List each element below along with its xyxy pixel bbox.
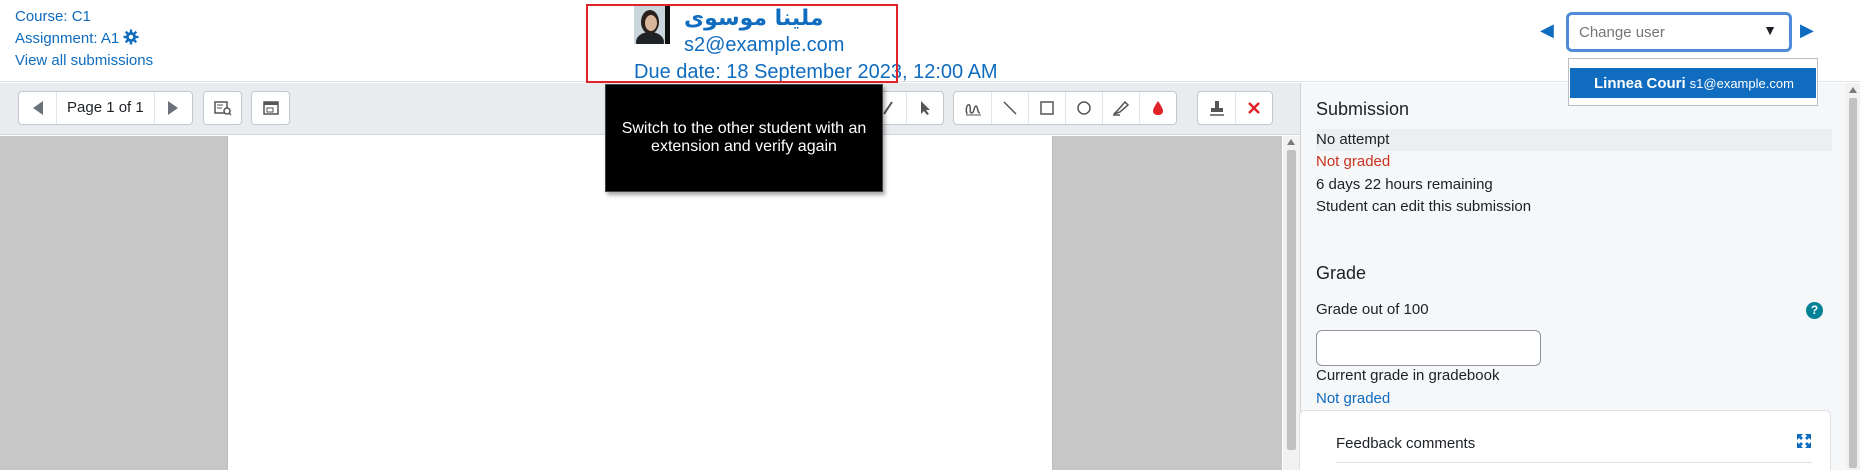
expand-icon[interactable]	[252, 92, 289, 124]
stamp-icon[interactable]	[1198, 92, 1235, 124]
oval-icon[interactable]	[1065, 92, 1102, 124]
divider	[1336, 462, 1812, 463]
change-user-select[interactable]: ▼	[1566, 12, 1792, 52]
submission-heading: Submission	[1316, 99, 1410, 119]
tooltip-text: Switch to the other student with an exte…	[621, 120, 867, 155]
feedback-comments-title: Feedback comments	[1336, 435, 1476, 452]
colour-icon[interactable]	[1139, 92, 1176, 124]
user-option[interactable]: Linnea Couri s1@example.com	[1570, 68, 1816, 98]
fullscreen-icon[interactable]	[1796, 433, 1812, 454]
assignment-link[interactable]: Assignment: A1	[15, 28, 153, 50]
status-time-remaining: 6 days 22 hours remaining	[1316, 176, 1493, 193]
scroll-up-icon[interactable]	[1849, 87, 1857, 93]
document-scrollbar[interactable]	[1283, 136, 1300, 470]
user-dropdown: Linnea Couri s1@example.com	[1568, 58, 1818, 106]
select-icon[interactable]	[906, 92, 943, 124]
status-grading: Not graded	[1316, 153, 1391, 170]
comment-icon[interactable]	[954, 92, 991, 124]
rectangle-icon[interactable]	[1028, 92, 1065, 124]
status-can-edit: Student can edit this submission	[1316, 198, 1532, 215]
course-link[interactable]: Course: C1	[15, 6, 153, 28]
user-option-email: s1@example.com	[1689, 76, 1794, 91]
grade-heading: Grade	[1316, 263, 1367, 283]
feedback-comments-card: Feedback comments	[1299, 410, 1831, 470]
line-icon[interactable]	[991, 92, 1028, 124]
search-comments-group	[203, 91, 242, 125]
current-grade-label: Current grade in gradebook	[1316, 367, 1500, 384]
next-user-icon[interactable]: ▶	[1800, 20, 1814, 41]
previous-user-icon[interactable]: ◀	[1540, 20, 1554, 41]
delete-icon[interactable]	[1235, 92, 1272, 124]
breadcrumb: Course: C1 Assignment: A1 View all submi…	[15, 6, 153, 72]
status-attempt: No attempt	[1316, 129, 1832, 151]
stamp-delete-group	[1197, 91, 1273, 125]
chevron-down-icon[interactable]: ▼	[1763, 22, 1777, 38]
change-user-input[interactable]	[1569, 15, 1749, 49]
prev-page-icon[interactable]	[19, 92, 56, 124]
gear-icon[interactable]	[123, 29, 139, 45]
scrollbar-thumb[interactable]	[1287, 150, 1296, 450]
search-comments-icon[interactable]	[204, 92, 241, 124]
user-option-name: Linnea Couri	[1594, 75, 1686, 92]
user-email[interactable]: s2@example.com	[684, 34, 844, 57]
user-name[interactable]: ملينا موسوى	[684, 6, 824, 31]
scroll-up-icon[interactable]	[1287, 139, 1295, 145]
page-navigation: Page 1 of 1	[18, 91, 193, 125]
current-grade-link[interactable]: Not graded	[1316, 388, 1390, 410]
highlighter-icon[interactable]	[1102, 92, 1139, 124]
expand-group	[251, 91, 290, 125]
view-all-submissions-link[interactable]: View all submissions	[15, 50, 153, 72]
due-date: Due date: 18 September 2023, 12:00 AM	[634, 61, 998, 83]
panel-scrollbar[interactable]	[1846, 83, 1860, 470]
help-icon[interactable]: ?	[1806, 302, 1823, 319]
page-label[interactable]: Page 1 of 1	[56, 92, 155, 124]
next-page-icon[interactable]	[155, 92, 192, 124]
tour-tooltip: Switch to the other student with an exte…	[605, 84, 883, 192]
assignment-link-label: Assignment: A1	[15, 30, 120, 47]
grade-label: Grade out of 100	[1316, 301, 1429, 318]
scrollbar-thumb[interactable]	[1849, 98, 1857, 468]
avatar	[634, 6, 670, 44]
grade-input[interactable]	[1316, 330, 1541, 366]
drawing-tools-group	[953, 91, 1177, 125]
